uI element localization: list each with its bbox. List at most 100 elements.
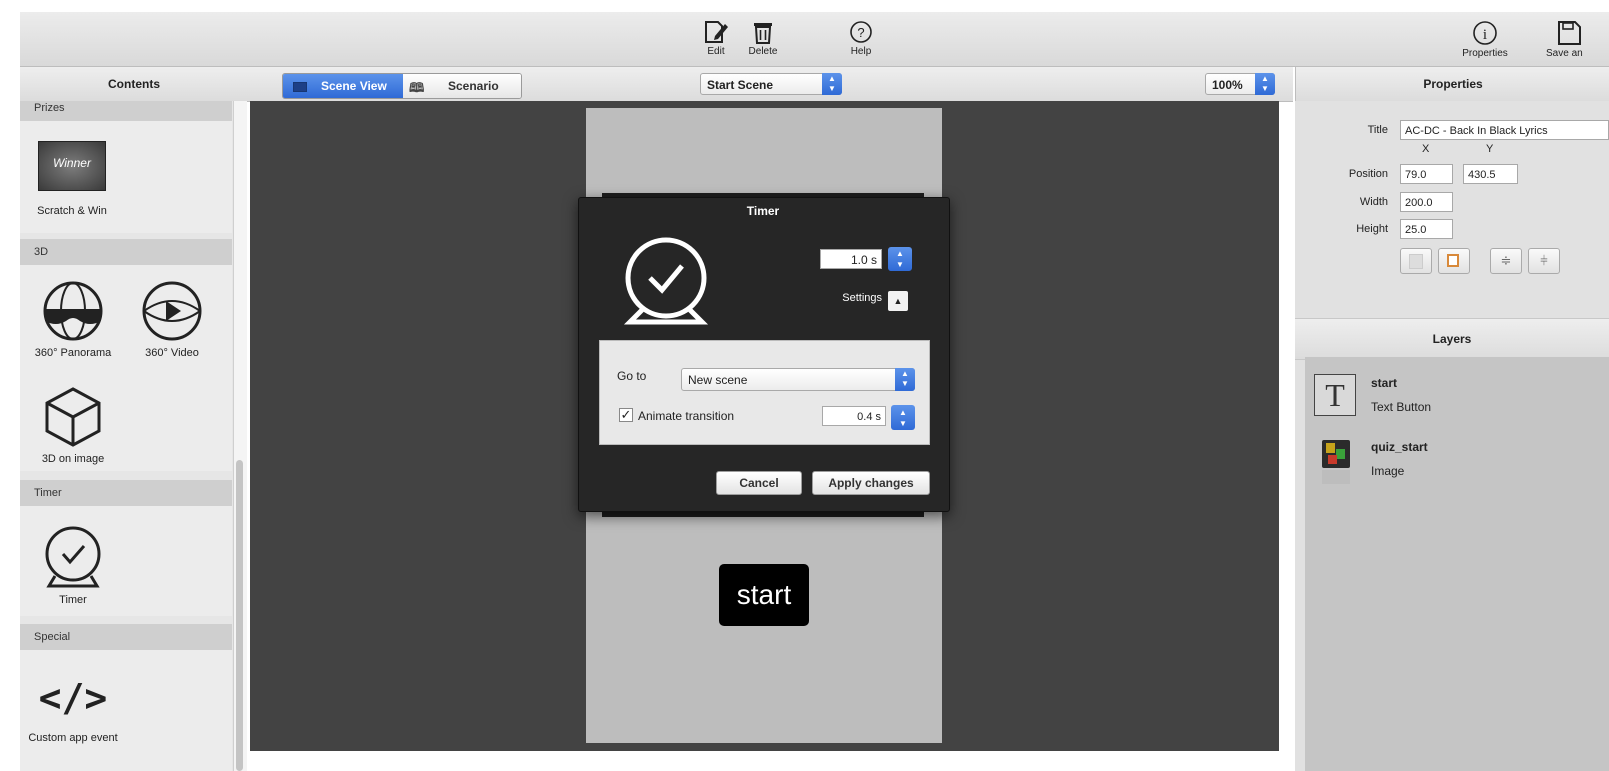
image-thumbnail-base (1322, 470, 1350, 484)
layer-row[interactable]: T start Text Button (1308, 370, 1609, 428)
title-value: AC-DC - Back In Black Lyrics (1405, 125, 1548, 137)
paste-icon (1447, 254, 1459, 267)
properties-label: Properties (1462, 48, 1508, 59)
zoom-select[interactable]: 100% ▲ ▼ (1205, 73, 1275, 95)
zoom-arrows-icon: ▲ ▼ (1255, 73, 1275, 95)
settings-label: Settings (842, 292, 882, 304)
layer-row[interactable]: quiz_start Image (1308, 436, 1609, 486)
contents-panel: Prizes Winner Scratch & Win 3D 360° Pano… (20, 101, 246, 771)
edit-label: Edit (707, 46, 725, 57)
svg-text:?: ? (857, 25, 864, 40)
category-timer-label: Timer (34, 487, 62, 499)
animate-duration-value: 0.4 s (857, 411, 881, 423)
start-button-label: start (736, 579, 792, 610)
align-middle-icon: ⫩ (1540, 253, 1548, 268)
help-button[interactable]: ? Help (831, 14, 891, 57)
video360-label: 360° Video (145, 347, 199, 359)
start-button[interactable]: start (719, 564, 809, 626)
image3d-label: 3D on image (41, 453, 105, 465)
layer-type: Text Button (1371, 400, 1432, 414)
image3d-item[interactable]: 3D on image (24, 385, 122, 465)
cancel-button[interactable]: Cancel (716, 471, 802, 495)
custom-app-event-item[interactable]: </> Custom app event (22, 676, 124, 744)
properties-title: Properties (1423, 77, 1483, 91)
title-field[interactable]: AC-DC - Back In Black Lyrics (1400, 120, 1609, 140)
category-3d-label: 3D (34, 246, 49, 258)
goto-label: Go to (617, 369, 647, 383)
cancel-label: Cancel (739, 476, 779, 490)
thumb-block-2 (1336, 449, 1345, 459)
height-value: 25.0 (1405, 224, 1427, 236)
dialog-title: Timer (746, 204, 780, 218)
animate-label: Animate transition (638, 409, 735, 423)
goto-select[interactable]: New scene ▲ ▼ (681, 368, 915, 391)
panorama-label: 360° Panorama (34, 347, 112, 359)
dialog-timer-icon (623, 237, 709, 325)
copy-style-button[interactable] (1400, 248, 1432, 274)
delete-label: Delete (748, 46, 778, 57)
category-timer: Timer (20, 480, 232, 506)
animate-duration-field[interactable]: 0.4 s (822, 406, 886, 426)
copy-icon (1409, 254, 1423, 269)
items-3d: 360° Panorama 360° Video 3D on image (20, 265, 232, 471)
tab-scene-view[interactable]: Scene View (283, 74, 403, 98)
scratch-win-label: Scratch & Win (37, 205, 107, 217)
text-icon: T (1314, 374, 1356, 416)
duration-field[interactable]: 1.0 s (820, 249, 882, 269)
delete-button[interactable]: Delete (733, 14, 793, 57)
goto-arrows-icon: ▲ ▼ (895, 368, 915, 391)
thumb-block-3 (1328, 455, 1337, 464)
paste-style-button[interactable] (1438, 248, 1470, 274)
align-center-button[interactable]: ≑ (1490, 248, 1522, 274)
align-center-icon: ≑ (1500, 253, 1512, 268)
video360-item[interactable]: 360° Video (128, 281, 216, 359)
save-label: Save an (1546, 48, 1583, 59)
help-label: Help (850, 46, 872, 57)
book-icon: 🕮 (409, 80, 425, 95)
width-value: 200.0 (1405, 197, 1433, 209)
contents-scroll-thumb[interactable] (236, 460, 243, 771)
custom-app-event-label: Custom app event (28, 732, 118, 744)
main-toolbar: Edit Delete ? Help i Properties Save an (20, 12, 1609, 67)
height-field[interactable]: 25.0 (1400, 219, 1453, 239)
timer-label: Timer (59, 594, 87, 606)
width-label: Width (1359, 196, 1388, 208)
position-x-field[interactable]: 79.0 (1400, 164, 1453, 184)
zoom-value: 100% (1212, 78, 1243, 92)
align-middle-button[interactable]: ⫩ (1528, 248, 1560, 274)
svg-text:i: i (1483, 27, 1487, 43)
category-prizes: Prizes (20, 101, 232, 121)
position-label: Position (1348, 168, 1388, 180)
apply-changes-button[interactable]: Apply changes (812, 471, 930, 495)
panorama-item[interactable]: 360° Panorama (24, 281, 122, 359)
thumb-block-1 (1326, 443, 1335, 453)
image-thumbnail (1322, 440, 1350, 468)
y-header: Y (1486, 143, 1494, 155)
save-button[interactable]: Save an (1520, 14, 1609, 59)
duration-stepper[interactable]: ▲ ▼ (888, 247, 912, 271)
layer-name: start (1371, 376, 1398, 390)
scene-view-label: Scene View (321, 79, 387, 93)
properties-button[interactable]: i Properties (1455, 14, 1515, 59)
x-header: X (1422, 143, 1430, 155)
animate-duration-stepper[interactable]: ▲ ▼ (891, 405, 915, 430)
settings-toggle[interactable]: ▲ (888, 291, 908, 311)
select-arrows-icon: ▲ ▼ (822, 73, 842, 95)
position-x-value: 79.0 (1405, 169, 1427, 181)
properties-header: Properties (1295, 67, 1609, 102)
position-y-field[interactable]: 430.5 (1463, 164, 1518, 184)
category-special: Special (20, 624, 232, 650)
width-field[interactable]: 200.0 (1400, 192, 1453, 212)
height-label: Height (1356, 223, 1388, 235)
contents-header: Contents (20, 67, 248, 102)
timer-item[interactable]: Timer (24, 524, 122, 606)
timer-icon (45, 526, 101, 588)
title-label: Title (1367, 124, 1388, 136)
apply-label: Apply changes (828, 476, 914, 490)
layer-type: Image (1371, 464, 1405, 478)
animate-checkbox[interactable]: ✓ (619, 408, 633, 422)
scratch-win-item[interactable]: Winner Scratch & Win (30, 141, 114, 217)
info-icon: i (1473, 21, 1497, 45)
scene-select[interactable]: Start Scene ▲ ▼ (700, 73, 842, 95)
tab-scenario[interactable]: 🕮 Scenario (403, 74, 521, 98)
